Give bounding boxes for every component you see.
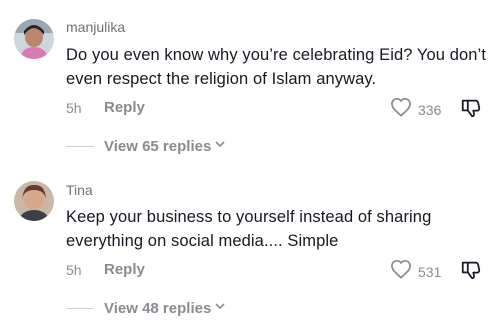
dislike-button[interactable] <box>460 259 482 286</box>
chevron-down-icon <box>214 299 226 317</box>
dislike-icon <box>460 261 482 285</box>
comment-timestamp: 5h <box>66 100 82 116</box>
heart-icon <box>390 97 412 122</box>
chevron-down-icon <box>214 137 226 155</box>
comment-username[interactable]: Tina <box>66 182 93 198</box>
comment-username[interactable]: manjulika <box>66 19 125 35</box>
like-count: 336 <box>418 101 442 118</box>
reply-button[interactable]: Reply <box>104 99 145 116</box>
comment-text: Keep your business to yourself instead o… <box>66 208 432 250</box>
comment-text: Do you even know why you’re celebrating … <box>66 46 487 88</box>
view-replies-label: View 48 replies <box>104 299 212 317</box>
heart-icon <box>390 259 412 284</box>
avatar[interactable] <box>14 19 54 59</box>
view-replies-button[interactable]: View 65 replies <box>66 137 226 155</box>
dislike-button[interactable] <box>460 97 482 124</box>
view-replies-label: View 65 replies <box>104 137 212 155</box>
dislike-icon <box>460 99 482 123</box>
like-count: 531 <box>418 263 442 280</box>
divider-line <box>66 145 94 147</box>
divider-line <box>66 307 94 309</box>
like-button[interactable]: 336 <box>390 97 441 122</box>
avatar[interactable] <box>14 181 54 221</box>
reply-button[interactable]: Reply <box>104 261 145 278</box>
like-button[interactable]: 531 <box>390 259 441 284</box>
view-replies-button[interactable]: View 48 replies <box>66 299 226 317</box>
comment-timestamp: 5h <box>66 262 82 278</box>
